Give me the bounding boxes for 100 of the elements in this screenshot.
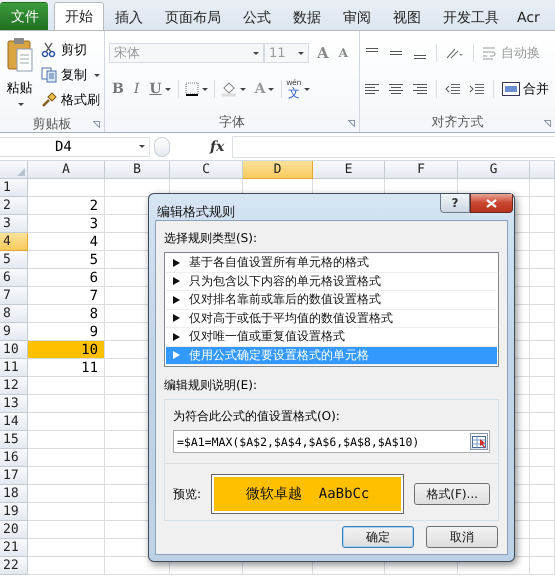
table-cell[interactable] bbox=[530, 341, 555, 359]
column-header[interactable]: B bbox=[105, 161, 170, 179]
table-cell[interactable] bbox=[530, 485, 555, 503]
dialog-launcher-icon[interactable] bbox=[544, 120, 551, 127]
increase-indent-icon[interactable] bbox=[469, 82, 485, 96]
table-cell[interactable] bbox=[530, 287, 555, 305]
format-button[interactable]: 格式(F)... bbox=[414, 483, 490, 505]
row-header[interactable]: 9 bbox=[0, 323, 28, 341]
row-header[interactable]: 22 bbox=[0, 557, 28, 575]
rule-type-list[interactable]: 基于各自值设置所有单元格的格式 只为包含以下内容的单元格设置格式 仅对排名靠前或靠后的数值设置格式 仅对高于或低于平均值的数值设置格式 仅对唯一值或重复值设置格式 使用公式确定要设置格式的单元格 bbox=[164, 252, 499, 367]
row-header[interactable]: 5 bbox=[0, 251, 28, 269]
row-header[interactable]: 6 bbox=[0, 269, 28, 287]
table-cell[interactable] bbox=[530, 413, 555, 431]
column-header[interactable]: D bbox=[243, 161, 313, 179]
cut-button[interactable]: 剪切 bbox=[41, 39, 100, 61]
column-header[interactable] bbox=[530, 161, 555, 179]
caret-icon[interactable] bbox=[94, 74, 100, 76]
row-header[interactable]: 19 bbox=[0, 503, 28, 521]
ribbon-tab[interactable]: 文件 bbox=[0, 2, 48, 30]
italic-button[interactable]: I bbox=[130, 81, 142, 97]
table-cell[interactable] bbox=[28, 539, 105, 557]
borders-button[interactable] bbox=[182, 82, 210, 96]
ribbon-tab[interactable]: 视图 bbox=[382, 5, 432, 30]
text-orientation-icon[interactable] bbox=[445, 46, 465, 60]
ribbon-tab[interactable]: 插入 bbox=[104, 5, 154, 30]
caret-icon[interactable] bbox=[164, 88, 171, 90]
align-center-icon[interactable] bbox=[388, 82, 404, 96]
copy-button[interactable]: 复制 bbox=[41, 64, 100, 86]
decrease-indent-icon[interactable] bbox=[445, 82, 461, 96]
table-cell[interactable] bbox=[530, 377, 555, 395]
table-cell[interactable] bbox=[530, 395, 555, 413]
caret-icon[interactable] bbox=[253, 52, 259, 54]
table-cell[interactable] bbox=[28, 449, 105, 467]
table-cell[interactable] bbox=[530, 359, 555, 377]
table-cell[interactable]: 7 bbox=[28, 287, 105, 305]
table-cell[interactable] bbox=[28, 431, 105, 449]
caret-icon[interactable] bbox=[240, 88, 246, 90]
table-cell[interactable] bbox=[530, 251, 555, 269]
table-cell[interactable] bbox=[530, 269, 555, 287]
formula-field[interactable]: =$A1=MAX($A$2,$A$4,$A$6,$A$8,$A$10) bbox=[173, 430, 490, 453]
table-cell[interactable]: 10 bbox=[28, 341, 105, 359]
table-cell[interactable] bbox=[530, 233, 555, 251]
table-cell[interactable] bbox=[28, 521, 105, 539]
caret-icon[interactable] bbox=[304, 88, 310, 90]
splitter-icon[interactable] bbox=[154, 136, 170, 156]
format-painter-button[interactable]: 格式刷 bbox=[41, 89, 100, 111]
column-header[interactable]: A bbox=[28, 161, 105, 179]
caret-icon[interactable] bbox=[298, 52, 304, 54]
table-cell[interactable] bbox=[530, 503, 555, 521]
ribbon-tab[interactable]: 开始 bbox=[54, 2, 104, 30]
bold-button[interactable]: B bbox=[109, 81, 127, 97]
ribbon-tab[interactable]: Acr bbox=[510, 5, 541, 30]
table-cell[interactable]: 3 bbox=[28, 215, 105, 233]
table-cell[interactable] bbox=[28, 503, 105, 521]
caret-icon[interactable] bbox=[268, 88, 274, 90]
row-header[interactable]: 3 bbox=[0, 215, 28, 233]
row-header[interactable]: 1 bbox=[0, 179, 28, 197]
formula-input[interactable] bbox=[232, 136, 555, 158]
caret-icon[interactable] bbox=[139, 145, 145, 148]
row-header[interactable]: 2 bbox=[0, 197, 28, 215]
column-header[interactable]: E bbox=[313, 161, 385, 179]
caret-icon[interactable] bbox=[18, 103, 24, 106]
row-header[interactable]: 14 bbox=[0, 413, 28, 431]
dialog-launcher-icon[interactable] bbox=[348, 120, 355, 127]
table-cell[interactable]: 6 bbox=[28, 269, 105, 287]
row-header[interactable]: 13 bbox=[0, 395, 28, 413]
row-header[interactable]: 11 bbox=[0, 359, 28, 377]
row-header[interactable]: 10 bbox=[0, 341, 28, 359]
ribbon-tab[interactable]: 公式 bbox=[232, 5, 282, 30]
insert-function-button[interactable]: fx bbox=[210, 138, 224, 154]
table-cell[interactable] bbox=[28, 485, 105, 503]
rule-type-item[interactable]: 仅对高于或低于平均值的数值设置格式 bbox=[166, 310, 497, 328]
align-right-icon[interactable] bbox=[412, 82, 428, 96]
row-header[interactable]: 8 bbox=[0, 305, 28, 323]
ribbon-tab[interactable]: 开发工具 bbox=[432, 5, 510, 30]
row-header[interactable]: 16 bbox=[0, 449, 28, 467]
table-cell[interactable]: 8 bbox=[28, 305, 105, 323]
table-cell[interactable]: 5 bbox=[28, 251, 105, 269]
ok-button[interactable]: 确定 bbox=[342, 526, 414, 548]
ribbon-tab[interactable]: 审阅 bbox=[332, 5, 382, 30]
table-cell[interactable] bbox=[530, 467, 555, 485]
table-cell[interactable]: 2 bbox=[28, 197, 105, 215]
row-header[interactable]: 15 bbox=[0, 431, 28, 449]
rule-type-item[interactable]: 仅对排名靠前或靠后的数值设置格式 bbox=[166, 291, 497, 310]
paste-button[interactable]: 粘贴 bbox=[6, 79, 32, 106]
table-cell[interactable] bbox=[28, 377, 105, 395]
table-cell[interactable] bbox=[530, 305, 555, 323]
column-header[interactable]: G bbox=[458, 161, 530, 179]
caret-icon[interactable] bbox=[202, 88, 208, 90]
table-cell[interactable] bbox=[28, 467, 105, 485]
table-cell[interactable] bbox=[530, 521, 555, 539]
select-all-corner[interactable] bbox=[0, 161, 28, 179]
table-cell[interactable] bbox=[530, 323, 555, 341]
row-header[interactable]: 17 bbox=[0, 467, 28, 485]
table-cell[interactable]: 11 bbox=[28, 359, 105, 377]
column-header[interactable]: F bbox=[385, 161, 458, 179]
table-cell[interactable] bbox=[530, 449, 555, 467]
close-button[interactable] bbox=[470, 194, 513, 213]
underline-button[interactable]: U bbox=[146, 81, 174, 97]
range-select-button[interactable] bbox=[470, 433, 488, 450]
